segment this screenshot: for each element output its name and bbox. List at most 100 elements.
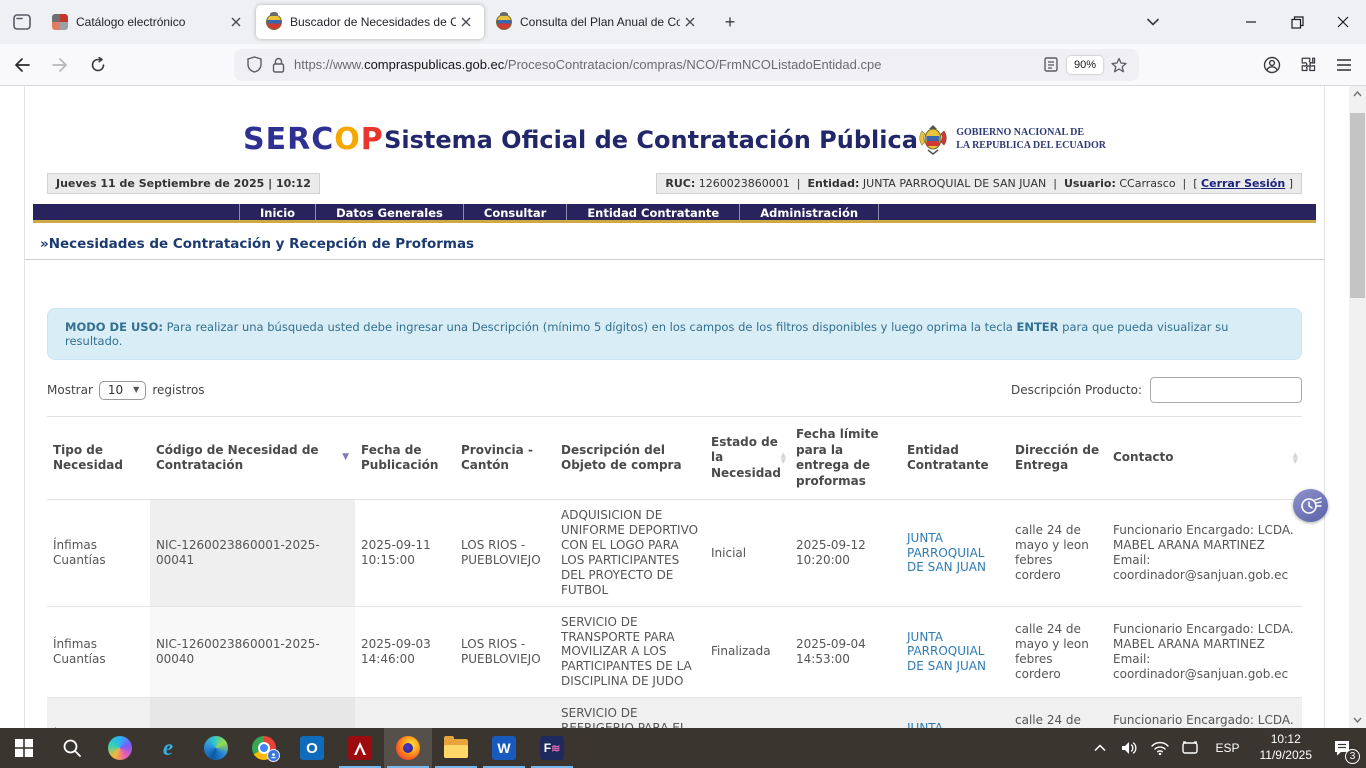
browser-toolbar: https://www.compraspublicas.gob.ec/Proce…: [0, 44, 1366, 86]
scrollbar-thumb[interactable]: [1350, 113, 1365, 298]
start-button[interactable]: [0, 728, 48, 768]
usage-info-box: MODO DE USO: Para realizar una búsqueda …: [47, 308, 1302, 360]
sort-both-icon: ▲▼: [1293, 452, 1298, 464]
zoom-level-button[interactable]: 90%: [1067, 56, 1103, 74]
nav-item-inicio[interactable]: Inicio: [239, 204, 316, 220]
system-tray: ESP 10:12 11/9/2025 3: [1087, 728, 1366, 768]
sort-both-icon: ▲▼: [781, 452, 786, 464]
col-direccion-entrega[interactable]: Dirección de Entrega: [1009, 417, 1107, 500]
table-controls: Mostrar 10▼ registros Descripción Produc…: [47, 377, 1302, 403]
acrobat-icon[interactable]: [336, 728, 384, 768]
url-text[interactable]: https://www.compraspublicas.gob.ec/Proce…: [294, 57, 1039, 72]
tab-buscador-necesidades[interactable]: Buscador de Necesidades de Co: [256, 5, 484, 39]
ecuador-crest-favicon-icon: [266, 14, 282, 30]
status-strip: Jueves 11 de Septiembre de 2025 | 10:12 …: [47, 173, 1302, 194]
clock-widget[interactable]: 10:12 11/9/2025: [1252, 732, 1321, 763]
scroll-up-icon[interactable]: [1349, 86, 1366, 102]
tray-chevron-up-icon[interactable]: [1087, 730, 1113, 766]
entity-link[interactable]: JUNTA PARROQUIAL DE SAN JUAN: [907, 721, 986, 728]
nav-item-datos-generales[interactable]: Datos Generales: [316, 204, 464, 220]
session-info-box: RUC: 1260023860001 | Entidad: JUNTA PARR…: [656, 173, 1302, 194]
tab-title: Buscador de Necesidades de Co: [290, 15, 456, 29]
col-codigo-necesidad[interactable]: Código de Necesidad de Contratación▼: [150, 417, 355, 500]
vertical-scrollbar[interactable]: [1349, 86, 1366, 728]
sort-desc-icon: ▼: [342, 452, 349, 464]
tab-close-icon[interactable]: [226, 12, 246, 32]
logout-link[interactable]: Cerrar Sesión: [1201, 177, 1285, 190]
shield-icon[interactable]: [242, 53, 266, 77]
reload-icon[interactable]: [82, 49, 114, 81]
outlook-icon[interactable]: O: [288, 728, 336, 768]
address-bar[interactable]: https://www.compraspublicas.gob.ec/Proce…: [234, 49, 1139, 81]
account-icon[interactable]: [1256, 49, 1288, 81]
word-icon[interactable]: W: [480, 728, 528, 768]
copilot-icon[interactable]: [96, 728, 144, 768]
wifi-icon[interactable]: [1147, 730, 1173, 766]
page-size-select[interactable]: 10▼: [99, 381, 146, 400]
tray-time: 10:12: [1260, 732, 1313, 748]
records-label: registros: [152, 383, 204, 397]
nav-item-entidad-contratante[interactable]: Entidad Contratante: [567, 204, 740, 220]
edge-icon[interactable]: [192, 728, 240, 768]
col-fecha-limite[interactable]: Fecha límite para la entrega de proforma…: [790, 417, 901, 500]
reader-mode-icon[interactable]: [1039, 53, 1063, 77]
chrome-icon[interactable]: [240, 728, 288, 768]
window-minimize-button[interactable]: [1228, 0, 1274, 44]
forward-icon[interactable]: [44, 49, 76, 81]
col-entidad-contratante[interactable]: Entidad Contratante: [901, 417, 1009, 500]
col-estado-necesidad[interactable]: Estado de la Necesidad▲▼: [705, 417, 790, 500]
window-close-button[interactable]: [1320, 0, 1366, 44]
file-explorer-icon[interactable]: [432, 728, 480, 768]
nav-item-administracion[interactable]: Administración: [740, 204, 879, 220]
main-navigation: Inicio Datos Generales Consultar Entidad…: [33, 204, 1316, 223]
internet-explorer-icon[interactable]: e: [144, 728, 192, 768]
extensions-puzzle-icon[interactable]: [1292, 49, 1324, 81]
volume-icon[interactable]: [1117, 730, 1143, 766]
date-time-box: Jueves 11 de Septiembre de 2025 | 10:12: [47, 173, 320, 194]
language-indicator[interactable]: ESP: [1207, 741, 1247, 755]
entity-link[interactable]: JUNTA PARROQUIAL DE SAN JUAN: [907, 630, 986, 674]
entity-link[interactable]: JUNTA PARROQUIAL DE SAN JUAN: [907, 531, 986, 575]
firefox-view-icon[interactable]: [9, 9, 35, 35]
fs-app-icon[interactable]: F≋: [528, 728, 576, 768]
taskbar-search-icon[interactable]: [48, 728, 96, 768]
government-logo-text: GOBIERNO NACIONAL DE LA REPUBLICA DEL EC…: [956, 127, 1106, 152]
tab-title: Catálogo electrónico: [76, 15, 226, 29]
show-label: Mostrar: [47, 383, 93, 397]
col-tipo-necesidad[interactable]: Tipo de Necesidad: [47, 417, 150, 500]
catalogo-favicon-icon: [52, 14, 68, 30]
notification-center-icon[interactable]: 3: [1324, 730, 1360, 766]
floating-clock-widget[interactable]: [1293, 489, 1328, 522]
lock-icon[interactable]: [266, 53, 290, 77]
new-tab-button[interactable]: +: [715, 7, 745, 37]
bookmark-star-icon[interactable]: [1107, 53, 1131, 77]
section-heading: »Necesidades de Contratación y Recepción…: [25, 236, 1324, 260]
ecuador-crest-favicon-icon: [496, 14, 512, 30]
nav-item-consultar[interactable]: Consultar: [464, 204, 567, 220]
window-restore-button[interactable]: [1274, 0, 1320, 44]
tab-consulta-plan-anual[interactable]: Consulta del Plan Anual de Con: [486, 5, 708, 39]
tab-close-icon[interactable]: [680, 12, 700, 32]
firefox-icon[interactable]: [384, 728, 432, 768]
tab-close-icon[interactable]: [456, 12, 476, 32]
col-descripcion-objeto[interactable]: Descripción del Objeto de compra: [555, 417, 705, 500]
col-provincia-canton[interactable]: Provincia - Cantón: [455, 417, 555, 500]
back-icon[interactable]: [6, 49, 38, 81]
chevron-down-icon: ▼: [133, 385, 139, 394]
tab-catalogo-electronico[interactable]: Catálogo electrónico: [42, 5, 254, 39]
site-header: SERCOP Sistema Oficial de Contratación P…: [25, 86, 1324, 157]
meet-now-icon[interactable]: [1177, 730, 1203, 766]
menu-hamburger-icon[interactable]: [1328, 49, 1360, 81]
tab-title: Consulta del Plan Anual de Con: [520, 15, 680, 29]
windows-taskbar: e O W F≋: [0, 728, 1366, 768]
chrome-profile-badge-icon: [267, 749, 280, 762]
list-all-tabs-icon[interactable]: [1138, 7, 1168, 37]
col-contacto[interactable]: Contacto▲▼: [1107, 417, 1302, 500]
sercop-logo: SERCOP: [243, 122, 384, 157]
scroll-down-icon[interactable]: [1349, 712, 1366, 728]
product-description-input[interactable]: [1150, 377, 1302, 403]
table-header-row: Tipo de Necesidad Código de Necesidad de…: [47, 417, 1302, 500]
table-row: Ínfimas Cuantías NIC-1260023860001-2025-…: [47, 500, 1302, 606]
government-logo: GOBIERNO NACIONAL DE LA REPUBLICA DEL EC…: [918, 123, 1106, 157]
col-fecha-publicacion[interactable]: Fecha de Publicación: [355, 417, 455, 500]
